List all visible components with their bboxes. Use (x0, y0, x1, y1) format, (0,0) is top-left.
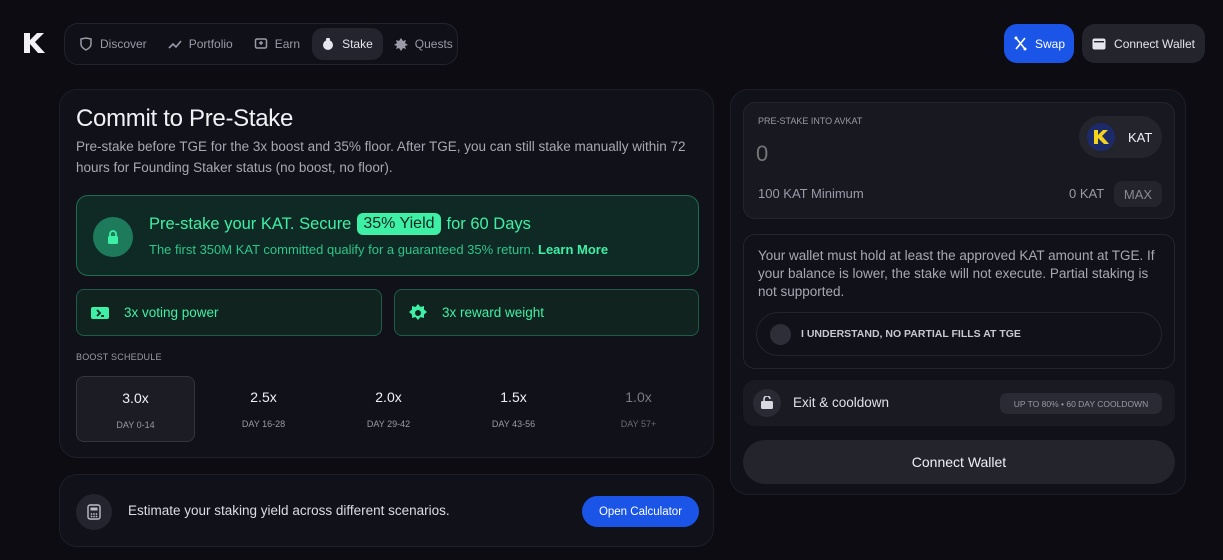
exit-label: Exit & cooldown (793, 395, 890, 410)
swap-button[interactable]: Swap (1004, 24, 1074, 63)
stake-input-label: PRE-STAKE INTO AVKAT (758, 116, 863, 126)
boost-schedule: 3.0x DAY 0-14 2.5x DAY 16-28 2.0x DAY 29… (76, 376, 701, 442)
balance-warning: Your wallet must hold at least the appro… (743, 234, 1175, 369)
nav-quests[interactable]: Quests (385, 28, 463, 60)
yield-headline: Pre-stake your KAT. Secure 35% Yield for… (149, 213, 531, 235)
acknowledge-radio[interactable] (770, 323, 791, 345)
nav-portfolio[interactable]: Portfolio (159, 28, 243, 60)
main-nav: Discover Portfolio Earn Stake Quests (64, 23, 458, 65)
nav-label: Portfolio (188, 37, 233, 51)
perk-label: 3x reward weight (442, 305, 545, 320)
yield-promo: Pre-stake your KAT. Secure 35% Yield for… (76, 195, 699, 276)
boost-schedule-label: BOOST SCHEDULE (76, 352, 162, 362)
swap-label: Swap (1034, 36, 1066, 51)
wallet-icon (1092, 38, 1106, 49)
boost-multiplier: 2.5x (250, 389, 277, 405)
exit-icon (753, 389, 781, 417)
calculator-card: Estimate your staking yield across diffe… (59, 474, 714, 547)
boost-multiplier: 2.0x (375, 389, 402, 405)
acknowledge-toggle[interactable]: I UNDERSTAND, NO PARTIAL FILLS AT TGE (756, 312, 1162, 356)
acknowledge-label: I UNDERSTAND, NO PARTIAL FILLS AT TGE (801, 328, 1021, 340)
boost-multiplier: 3.0x (122, 390, 149, 406)
token-selector[interactable]: KAT (1079, 116, 1162, 158)
yield-subtext: The first 350M KAT committed qualify for… (149, 242, 608, 257)
boost-multiplier: 1.5x (500, 389, 527, 405)
nav-earn[interactable]: Earn (245, 28, 310, 60)
connect-wallet-main-button[interactable]: Connect Wallet (743, 440, 1175, 484)
stake-input-box: PRE-STAKE INTO AVKAT KAT 100 KAT Minimum… (743, 102, 1175, 219)
boost-tier[interactable]: 1.0x DAY 57+ (576, 376, 701, 442)
perk-voting-power: 3x voting power (76, 289, 382, 336)
swap-icon (1014, 36, 1027, 51)
boost-days: DAY 0-14 (116, 420, 155, 430)
open-calculator-button[interactable]: Open Calculator (582, 496, 699, 527)
perk-label: 3x voting power (124, 305, 219, 320)
lock-icon (93, 217, 133, 257)
ticket-icon (91, 306, 109, 319)
boost-tier[interactable]: 1.5x DAY 43-56 (451, 376, 576, 442)
stake-amount-input[interactable] (756, 141, 956, 167)
calculator-text: Estimate your staking yield across diffe… (128, 503, 450, 518)
exit-cooldown-row[interactable]: Exit & cooldown UP TO 80% • 60 DAY COOLD… (743, 380, 1175, 426)
boost-tier[interactable]: 2.5x DAY 16-28 (201, 376, 326, 442)
connect-wallet-button[interactable]: Connect Wallet (1082, 24, 1205, 63)
boost-tier[interactable]: 2.0x DAY 29-42 (326, 376, 451, 442)
page-title: Commit to Pre-Stake (76, 105, 294, 132)
boost-tier-active[interactable]: 3.0x DAY 0-14 (76, 376, 195, 442)
boost-days: DAY 16-28 (241, 419, 286, 429)
boost-days: DAY 29-42 (366, 419, 411, 429)
nav-label: Earn (274, 37, 301, 51)
max-button[interactable]: MAX (1114, 181, 1162, 207)
stake-icon (323, 38, 334, 50)
quests-icon (393, 38, 408, 51)
perk-reward-weight: 3x reward weight (394, 289, 699, 336)
cooldown-badge: UP TO 80% • 60 DAY COOLDOWN (1000, 393, 1162, 414)
token-symbol: KAT (1128, 129, 1153, 145)
yield-headline-post: for 60 Days (446, 214, 531, 233)
boost-days: DAY 43-56 (491, 419, 536, 429)
calculator-icon (76, 494, 112, 530)
stake-minimum: 100 KAT Minimum (758, 186, 864, 201)
kat-logo[interactable] (22, 30, 48, 56)
nav-label: Discover (100, 37, 147, 51)
nav-label: Quests (414, 37, 453, 51)
boost-multiplier: 1.0x (625, 389, 652, 405)
boost-days: DAY 57+ (620, 419, 657, 429)
learn-more-link[interactable]: Learn More (538, 242, 608, 257)
page-description: Pre-stake before TGE for the 3x boost an… (76, 139, 686, 175)
earn-icon (254, 38, 267, 49)
yield-pill: 35% Yield (357, 213, 441, 235)
nav-stake[interactable]: Stake (312, 28, 383, 60)
shield-icon (80, 37, 92, 51)
nav-label: Stake (342, 37, 373, 51)
badge-icon (409, 303, 427, 320)
warning-text: Your wallet must hold at least the appro… (758, 248, 1155, 299)
stake-panel: PRE-STAKE INTO AVKAT KAT 100 KAT Minimum… (730, 89, 1186, 495)
trend-icon (168, 40, 182, 49)
kat-token-icon (1087, 123, 1115, 151)
yield-headline-pre: Pre-stake your KAT. Secure (149, 214, 352, 233)
wallet-balance: 0 KAT (1069, 186, 1105, 201)
connect-wallet-label: Connect Wallet (1114, 36, 1195, 51)
yield-subtext-body: The first 350M KAT committed qualify for… (149, 242, 535, 257)
pre-stake-card: Commit to Pre-Stake Pre-stake before TGE… (59, 89, 714, 458)
nav-discover[interactable]: Discover (70, 28, 157, 60)
